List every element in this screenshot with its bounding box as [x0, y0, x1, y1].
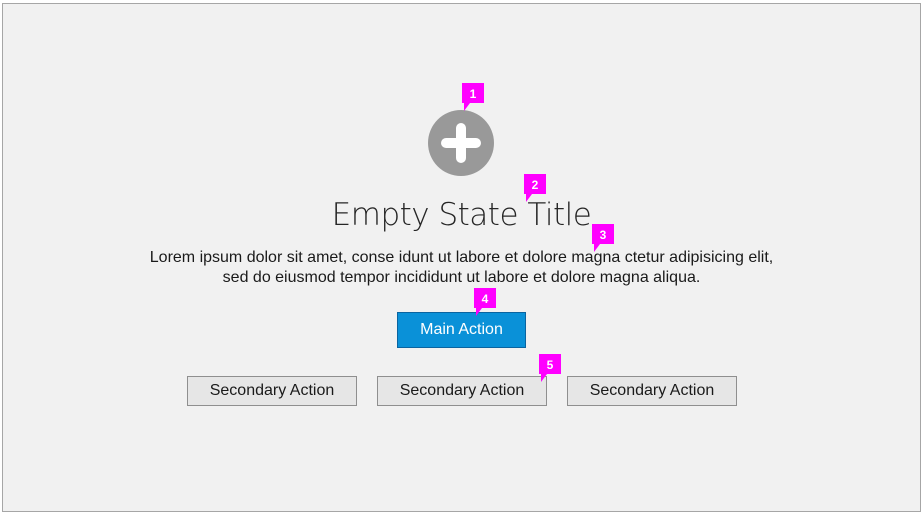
annotation-marker-3: 3	[592, 224, 614, 252]
annotation-marker-1: 1	[462, 83, 484, 111]
empty-state-description: Lorem ipsum dolor sit amet, conse idunt …	[0, 248, 923, 288]
annotation-number-5: 5	[547, 358, 554, 372]
annotation-number-3: 3	[600, 228, 607, 242]
annotation-marker-4: 4	[474, 288, 496, 316]
annotation-number-1: 1	[470, 87, 477, 101]
description-line-1: Lorem ipsum dolor sit amet, conse idunt …	[149, 249, 774, 266]
empty-state-title: Empty State Title	[331, 197, 592, 233]
annotation-number-2: 2	[532, 178, 539, 192]
annotation-number-4: 4	[482, 292, 489, 306]
plus-circle-icon[interactable]	[428, 110, 494, 176]
annotation-marker-2: 2	[524, 174, 546, 202]
secondary-action-button-3[interactable]: Secondary Action	[567, 376, 737, 406]
annotation-marker-5: 5	[539, 354, 561, 382]
main-action-button[interactable]: Main Action	[397, 312, 526, 348]
description-line-2: sed do eiusmod tempor incididunt ut labo…	[222, 269, 701, 286]
secondary-action-button-1[interactable]: Secondary Action	[187, 376, 357, 406]
secondary-action-button-2[interactable]: Secondary Action	[377, 376, 547, 406]
